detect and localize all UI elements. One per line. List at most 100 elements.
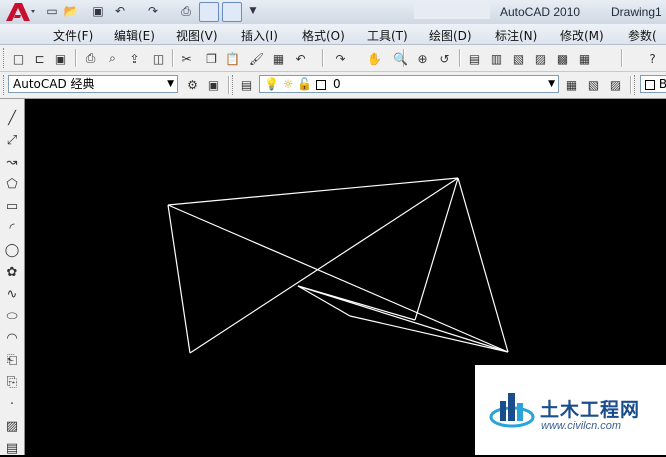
ellipse-icon[interactable]: ⬭ bbox=[3, 307, 21, 325]
chevron-down-icon: ▼ bbox=[548, 79, 555, 89]
quickcalc-icon[interactable]: ▦ bbox=[576, 50, 593, 67]
new-icon[interactable]: ▭ bbox=[44, 3, 60, 19]
layer-combo-value: 0 bbox=[332, 77, 341, 91]
help-icon[interactable]: ? bbox=[644, 50, 661, 67]
match-properties-icon[interactable]: 🖌 bbox=[248, 50, 265, 67]
autocad-logo-icon bbox=[6, 3, 35, 21]
zoom-realtime-icon[interactable]: 🔍 bbox=[392, 50, 409, 67]
open-icon[interactable]: ⊏ bbox=[31, 50, 48, 67]
menu-item[interactable]: 参数( bbox=[628, 27, 657, 44]
markup-icon[interactable]: ▩ bbox=[554, 50, 571, 67]
toolbar-grip[interactable] bbox=[3, 48, 7, 68]
insert-block-icon[interactable]: ⎗ bbox=[3, 351, 21, 369]
toolbar-grip[interactable] bbox=[3, 75, 7, 95]
color-control-combo[interactable]: B bbox=[640, 75, 666, 93]
block-editor-icon[interactable]: ▦ bbox=[270, 50, 287, 67]
spline-icon[interactable]: ∿ bbox=[3, 285, 21, 303]
standard-toolbar: □ ⊏ ▣ ⎙ ⌕ ⇪ ◫ ✂ ❐ 📋 🖌 ▦ ↶ ↷ ✋ 🔍 ⊕ ↺ ▤ ▥ ▧ ▨ ▩ ▦? bbox=[0, 45, 666, 72]
layer-previous-icon[interactable]: ▧ bbox=[585, 76, 602, 93]
gradient-icon[interactable]: ▤ bbox=[3, 439, 21, 457]
workspace-switch-box-2[interactable] bbox=[222, 2, 242, 22]
info-center-area bbox=[414, 3, 490, 19]
plot-preview-icon[interactable]: ⌕ bbox=[104, 50, 121, 67]
circle-icon[interactable]: ◯ bbox=[3, 241, 21, 259]
arc-icon[interactable]: ◜ bbox=[3, 219, 21, 237]
pan-icon[interactable]: ✋ bbox=[366, 50, 383, 67]
ellipse-arc-icon[interactable]: ◠ bbox=[3, 329, 21, 347]
make-object-layer-current-icon[interactable]: ▦ bbox=[563, 76, 580, 93]
menu-item[interactable]: 工具(T) bbox=[367, 27, 408, 44]
layer-states-icon[interactable]: ▨ bbox=[607, 76, 624, 93]
quick-access-dropdown-icon[interactable]: ▼ bbox=[245, 3, 261, 19]
workspace-settings-icon[interactable]: ⚙ bbox=[184, 76, 201, 93]
publish-icon[interactable]: ⇪ bbox=[126, 50, 143, 67]
save-icon[interactable]: ▣ bbox=[90, 3, 106, 19]
color-combo-value: B bbox=[659, 77, 666, 91]
construction-line-icon[interactable]: ⤢ bbox=[3, 131, 21, 149]
workspace-combo[interactable]: AutoCAD 经典 ▼ bbox=[8, 75, 178, 93]
polyline-icon[interactable]: ↝ bbox=[3, 153, 21, 171]
cut-icon[interactable]: ✂ bbox=[178, 50, 195, 67]
tool-palettes-icon[interactable]: ▧ bbox=[510, 50, 527, 67]
menu-item[interactable]: 文件(F) bbox=[53, 27, 93, 44]
line-icon[interactable]: ╱ bbox=[3, 109, 21, 127]
watermark-name: 土木工程网 bbox=[540, 399, 641, 421]
rectangle-icon[interactable]: ▭ bbox=[3, 197, 21, 215]
new-icon[interactable]: □ bbox=[10, 50, 27, 67]
undo-icon[interactable]: ↶ bbox=[292, 50, 309, 67]
undo-icon[interactable]: ↶ bbox=[112, 3, 128, 19]
properties-icon[interactable]: ▤ bbox=[466, 50, 483, 67]
print-icon[interactable]: ⎙ bbox=[178, 3, 194, 19]
menu-item[interactable]: 标注(N) bbox=[495, 27, 537, 44]
redo-icon[interactable]: ↷ bbox=[332, 50, 349, 67]
title-bar: ▭ 📂 ▣ ↶ ↷ ⎙ ▼ AutoCAD 2010 Drawing1 bbox=[0, 0, 666, 25]
watermark-url: www.civilcn.com bbox=[541, 420, 622, 432]
layer-properties-manager-icon[interactable]: ▤ bbox=[238, 76, 255, 93]
civilcn-logo-icon bbox=[489, 393, 535, 428]
menu-item[interactable]: 格式(O) bbox=[302, 27, 345, 44]
toolbar-separator bbox=[459, 49, 461, 67]
redo-icon[interactable]: ↷ bbox=[145, 3, 161, 19]
customize-icon[interactable]: ▣ bbox=[205, 76, 222, 93]
layer-on-icon: 💡 bbox=[264, 77, 279, 91]
toolbar-separator bbox=[172, 49, 174, 67]
zoom-previous-icon[interactable]: ↺ bbox=[436, 50, 453, 67]
freeze-icon: ☼ bbox=[282, 77, 294, 91]
sheet-set-icon[interactable]: ▨ bbox=[532, 50, 549, 67]
point-icon[interactable]: · bbox=[3, 395, 21, 413]
copy-icon[interactable]: ❐ bbox=[203, 50, 220, 67]
3d-dwf-icon[interactable]: ◫ bbox=[150, 50, 167, 67]
layers-toolbar: AutoCAD 经典 ▼ ⚙ ▣ ▤ 💡 ☼ 🔓 0 ▼ ▦ ▧ ▨ B bbox=[0, 72, 666, 99]
workspace-switch-box-1[interactable] bbox=[199, 2, 219, 22]
toolbar-separator bbox=[621, 49, 623, 67]
window-title: AutoCAD 2010 bbox=[500, 5, 581, 19]
menu-item[interactable]: 绘图(D) bbox=[429, 27, 472, 44]
make-block-icon[interactable]: ⎘ bbox=[3, 373, 21, 391]
layer-combo[interactable]: 💡 ☼ 🔓 0 ▼ bbox=[259, 75, 559, 93]
polygon-icon[interactable]: ⬠ bbox=[3, 175, 21, 193]
zoom-window-icon[interactable]: ⊕ bbox=[414, 50, 431, 67]
menu-bar: 文件(F) 编辑(E) 视图(V) 插入(I) 格式(O) 工具(T) 绘图(D) 标注(N)… bbox=[0, 24, 666, 45]
paste-icon[interactable]: 📋 bbox=[224, 50, 241, 67]
lock-icon: 🔓 bbox=[297, 77, 313, 91]
menu-item[interactable]: 插入(I) bbox=[241, 27, 278, 44]
menu-item[interactable]: 视图(V) bbox=[176, 27, 218, 44]
design-center-icon[interactable]: ▥ bbox=[488, 50, 505, 67]
color-swatch-icon bbox=[645, 79, 655, 90]
menu-item[interactable]: 修改(M) bbox=[560, 27, 604, 44]
toolbar-separator bbox=[75, 49, 77, 67]
hatch-icon[interactable]: ▨ bbox=[3, 417, 21, 435]
menu-item[interactable]: 编辑(E) bbox=[114, 27, 155, 44]
toolbar-separator bbox=[322, 49, 324, 67]
application-menu-button[interactable] bbox=[2, 1, 36, 23]
plot-icon[interactable]: ⎙ bbox=[82, 50, 99, 67]
watermark: 土木工程网 www.civilcn.com bbox=[475, 365, 666, 455]
chevron-down-icon: ▼ bbox=[167, 79, 174, 89]
open-icon[interactable]: 📂 bbox=[63, 3, 79, 19]
save-icon[interactable]: ▣ bbox=[52, 50, 69, 67]
workspace-combo-value: AutoCAD 经典 bbox=[13, 77, 95, 91]
toolbar-grip[interactable] bbox=[232, 75, 236, 95]
drawing-name: Drawing1 bbox=[611, 5, 662, 19]
revision-cloud-icon[interactable]: ✿ bbox=[3, 263, 21, 281]
toolbar-grip[interactable] bbox=[634, 75, 638, 95]
